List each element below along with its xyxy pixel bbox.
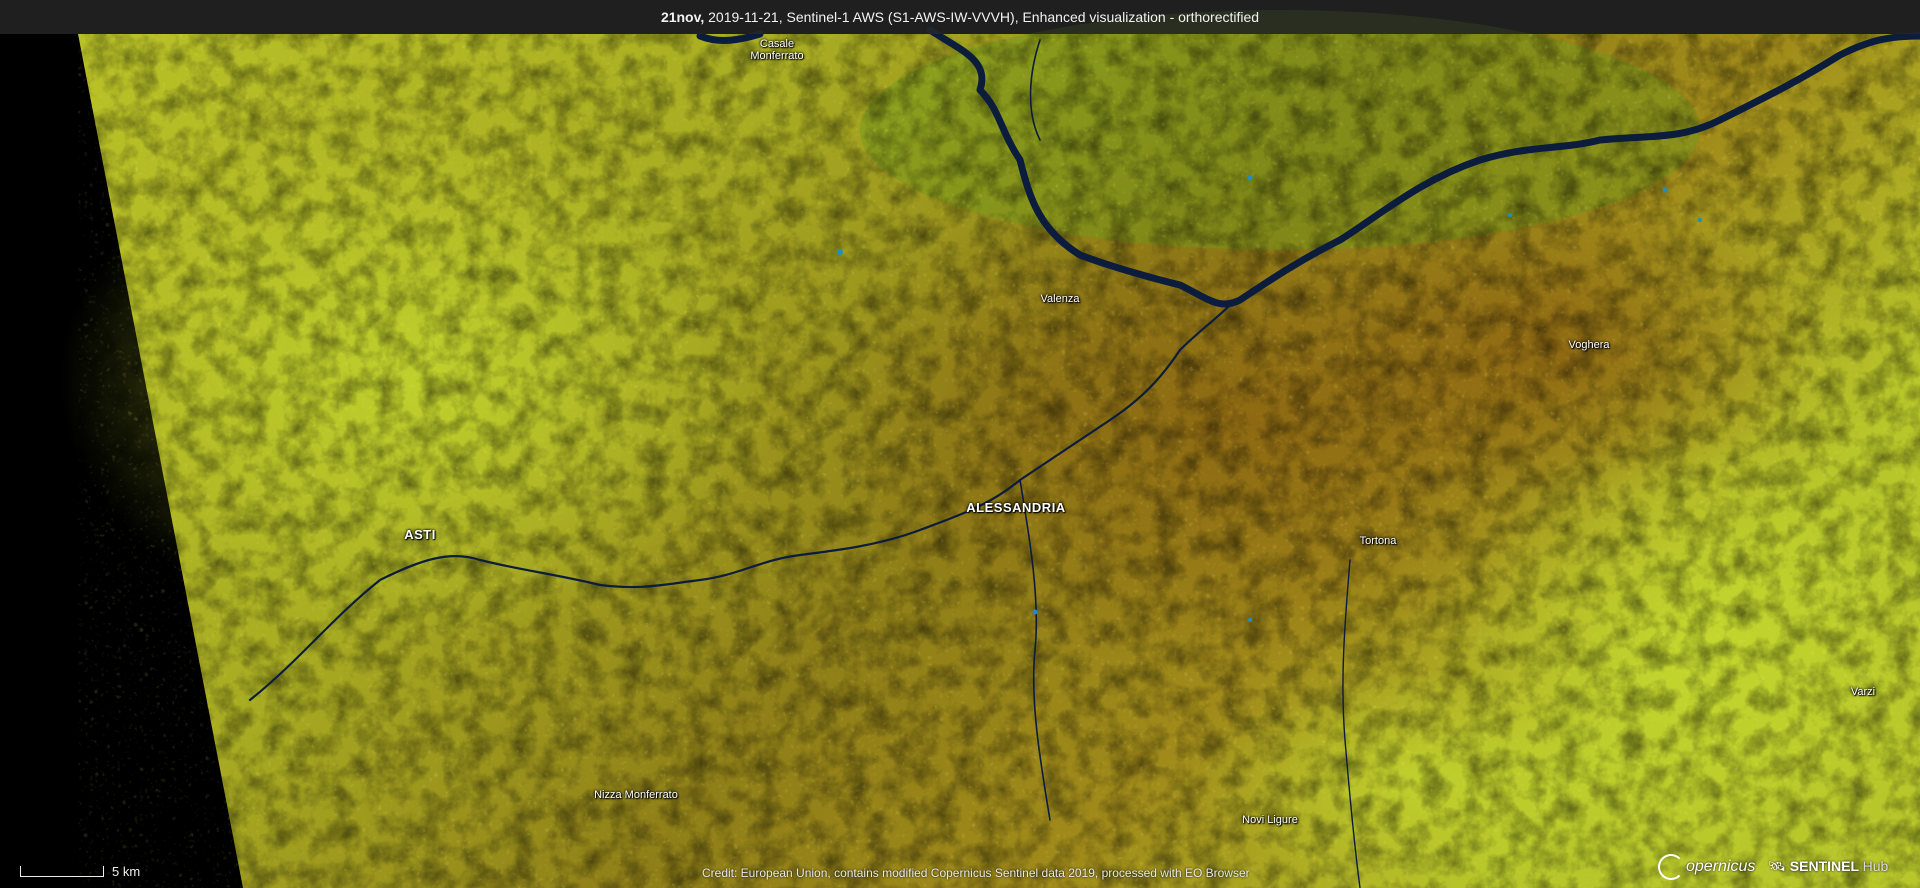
place-label-varzi: Varzi (1850, 686, 1876, 698)
copernicus-logo[interactable]: opernicus (1658, 854, 1755, 880)
sar-imagery[interactable] (0, 0, 1920, 888)
place-label-valenza: Valenza (1040, 293, 1080, 305)
scale-bar-line (20, 866, 104, 877)
place-label-alessandria: ALESSANDRIA (966, 500, 1066, 515)
image-title-bar: 21nov, 2019-11-21, Sentinel-1 AWS (S1-AW… (0, 0, 1920, 34)
imagery-footprint (60, 10, 1920, 888)
place-label-casale-monferrato: Casale Monferrato (750, 38, 804, 62)
title-date: 21nov, (660, 9, 705, 25)
place-label-voghera: Voghera (1568, 339, 1610, 351)
copernicus-ring-icon (1658, 854, 1684, 880)
scale-bar-label: 5 km (112, 864, 141, 879)
map-viewport[interactable]: 21nov, 2019-11-21, Sentinel-1 AWS (S1-AW… (0, 0, 1920, 888)
sentinel-hub-logo[interactable]: 🛰 SENTINEL Hub (1768, 858, 1888, 875)
place-label-novi-ligure: Novi Ligure (1242, 814, 1298, 826)
attribution-credit: Credit: European Union, contains modifie… (702, 866, 1250, 880)
title-description: 2019-11-21, Sentinel-1 AWS (S1-AWS-IW-VV… (704, 9, 1260, 25)
satellite-icon: 🛰 (1768, 858, 1786, 874)
place-label-asti: ASTI (404, 527, 436, 542)
hub-logo-text: Hub (1862, 858, 1889, 874)
place-label-nizza-monferrato: Nizza Monferrato (594, 789, 678, 801)
place-label-tortona: Tortona (1359, 535, 1397, 547)
sentinel-logo-text: SENTINEL (1789, 858, 1859, 874)
copernicus-logo-text: opernicus (1686, 858, 1756, 876)
